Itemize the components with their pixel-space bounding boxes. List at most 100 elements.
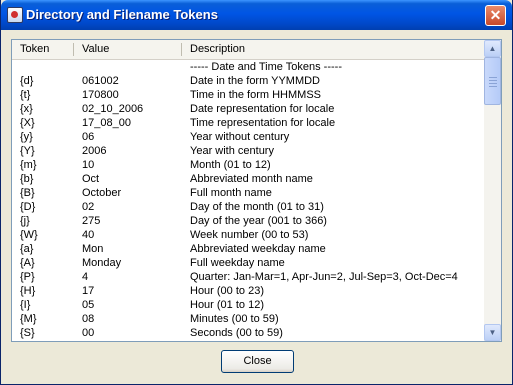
description-cell: Abbreviated month name: [190, 173, 313, 185]
token-cell: {Y}: [20, 145, 35, 157]
value-cell: Monday: [82, 257, 122, 269]
list-header: Token Value Description: [12, 40, 484, 60]
value-cell: 275: [82, 215, 101, 227]
list-row[interactable]: {S} 00 Seconds (00 to 59): [12, 326, 484, 340]
token-cell: {m}: [20, 159, 37, 171]
list-row[interactable]: {d} 061002 Date in the form YYMMDD: [12, 74, 484, 88]
grip-line: [489, 86, 497, 87]
token-cell: {t}: [20, 89, 31, 101]
description-cell: Abbreviated weekday name: [190, 243, 326, 255]
app-window-icon: [7, 7, 23, 23]
description-cell: Month (01 to 12): [190, 159, 271, 171]
list-row[interactable]: {x} 02_10_2006 Date representation for loc…: [12, 102, 484, 116]
token-cell: {a}: [20, 243, 34, 255]
list-row[interactable]: {m} 10 Month (01 to 12): [12, 158, 484, 172]
value-cell: 17: [82, 285, 95, 297]
value-cell: 2006: [82, 145, 107, 157]
column-divider[interactable]: [73, 43, 74, 56]
list-row[interactable]: {b} Oct Abbreviated month name: [12, 172, 484, 186]
token-cell: {M}: [20, 313, 37, 325]
value-cell: 06: [82, 131, 95, 143]
description-cell: Minutes (00 to 59): [190, 313, 279, 325]
list-row[interactable]: {P} 4 Quarter: Jan-Mar=1, Apr-Jun=2, Jul-S…: [12, 270, 484, 284]
list-row[interactable]: {D} 02 Day of the month (01 to 31): [12, 200, 484, 214]
value-cell: 02: [82, 201, 95, 213]
list-rows: ----- Date and Time Tokens ----- {d} 0610…: [12, 60, 484, 341]
dialog-window: Directory and Filename Tokens ✕ Token Va…: [0, 0, 513, 385]
list-row[interactable]: {Y} 2006 Year with century: [12, 144, 484, 158]
grip-line: [489, 77, 497, 78]
column-header-token[interactable]: Token: [20, 40, 49, 59]
close-icon[interactable]: ✕: [485, 5, 506, 26]
description-cell: Full weekday name: [190, 257, 285, 269]
chevron-down-icon[interactable]: ▼: [484, 324, 501, 341]
token-cell: {A}: [20, 257, 35, 269]
description-cell: Seconds (00 to 59): [190, 327, 283, 339]
list-row[interactable]: {I} 05 Hour (01 to 12): [12, 298, 484, 312]
description-cell: Date in the form YYMMDD: [190, 75, 321, 87]
value-cell: 40: [82, 229, 95, 241]
list-row[interactable]: {H} 17 Hour (00 to 23): [12, 284, 484, 298]
grip-line: [489, 83, 497, 84]
token-cell: {d}: [20, 75, 34, 87]
value-cell: 00: [82, 327, 95, 339]
list-row[interactable]: {t} 170800 Time in the form HHMMSS: [12, 88, 484, 102]
close-button[interactable]: Close: [221, 350, 294, 373]
description-cell: Time representation for locale: [190, 117, 336, 129]
column-header-value[interactable]: Value: [82, 40, 109, 59]
value-cell: 170800: [82, 89, 119, 101]
token-cell: {I}: [20, 299, 31, 311]
value-cell: Mon: [82, 243, 104, 255]
token-cell: {P}: [20, 271, 35, 283]
list-row[interactable]: {j} 275 Day of the year (001 to 366): [12, 214, 484, 228]
description-cell: Quarter: Jan-Mar=1, Apr-Jun=2, Jul-Sep=3…: [190, 271, 458, 283]
token-cell: {y}: [20, 131, 33, 143]
value-cell: 02_10_2006: [82, 103, 144, 115]
token-cell: {D}: [20, 201, 36, 213]
window-title: Directory and Filename Tokens: [26, 7, 218, 22]
list-row[interactable]: {M} 08 Minutes (00 to 59): [12, 312, 484, 326]
list-row[interactable]: ----- Date and Time Tokens -----: [12, 60, 484, 74]
value-cell: 08: [82, 313, 95, 325]
token-cell: {b}: [20, 173, 34, 185]
token-cell: {H}: [20, 285, 36, 297]
value-cell: 10: [82, 159, 95, 171]
tokens-list[interactable]: Token Value Description ----- Date and T…: [11, 39, 502, 342]
value-cell: 17_08_00: [82, 117, 131, 129]
token-cell: {x}: [20, 103, 33, 115]
scrollbar-thumb[interactable]: [484, 57, 501, 105]
description-cell: Year without century: [190, 131, 290, 143]
description-cell: ----- Date and Time Tokens -----: [190, 61, 342, 73]
description-cell: Day of the month (01 to 31): [190, 201, 324, 213]
description-cell: Time in the form HHMMSS: [190, 89, 322, 101]
value-cell: 061002: [82, 75, 119, 87]
list-row[interactable]: {A} Monday Full weekday name: [12, 256, 484, 270]
value-cell: October: [82, 187, 122, 199]
title-bar[interactable]: Directory and Filename Tokens ✕: [1, 0, 512, 30]
description-cell: Hour (00 to 23): [190, 285, 264, 297]
token-cell: {j}: [20, 215, 30, 227]
token-cell: {W}: [20, 229, 38, 241]
column-divider[interactable]: [181, 43, 182, 56]
token-cell: {S}: [20, 327, 35, 339]
column-header-description[interactable]: Description: [190, 40, 245, 59]
list-row[interactable]: {B} October Full month name: [12, 186, 484, 200]
value-cell: 4: [82, 271, 89, 283]
description-cell: Full month name: [190, 187, 272, 199]
list-row[interactable]: {a} Mon Abbreviated weekday name: [12, 242, 484, 256]
description-cell: Year with century: [190, 145, 274, 157]
token-cell: {B}: [20, 187, 35, 199]
list-row[interactable]: {W} 40 Week number (00 to 53): [12, 228, 484, 242]
token-cell: {X}: [20, 117, 35, 129]
vertical-scrollbar[interactable]: ▲ ▼: [484, 40, 501, 341]
list-row[interactable]: {y} 06 Year without century: [12, 130, 484, 144]
description-cell: Week number (00 to 53): [190, 229, 309, 241]
description-cell: Day of the year (001 to 366): [190, 215, 327, 227]
value-cell: 05: [82, 299, 95, 311]
chevron-up-icon[interactable]: ▲: [484, 40, 501, 57]
description-cell: Hour (01 to 12): [190, 299, 264, 311]
description-cell: Date representation for locale: [190, 103, 335, 115]
value-cell: Oct: [82, 173, 100, 185]
grip-line: [489, 80, 497, 81]
list-row[interactable]: {X} 17_08_00 Time representation for local…: [12, 116, 484, 130]
